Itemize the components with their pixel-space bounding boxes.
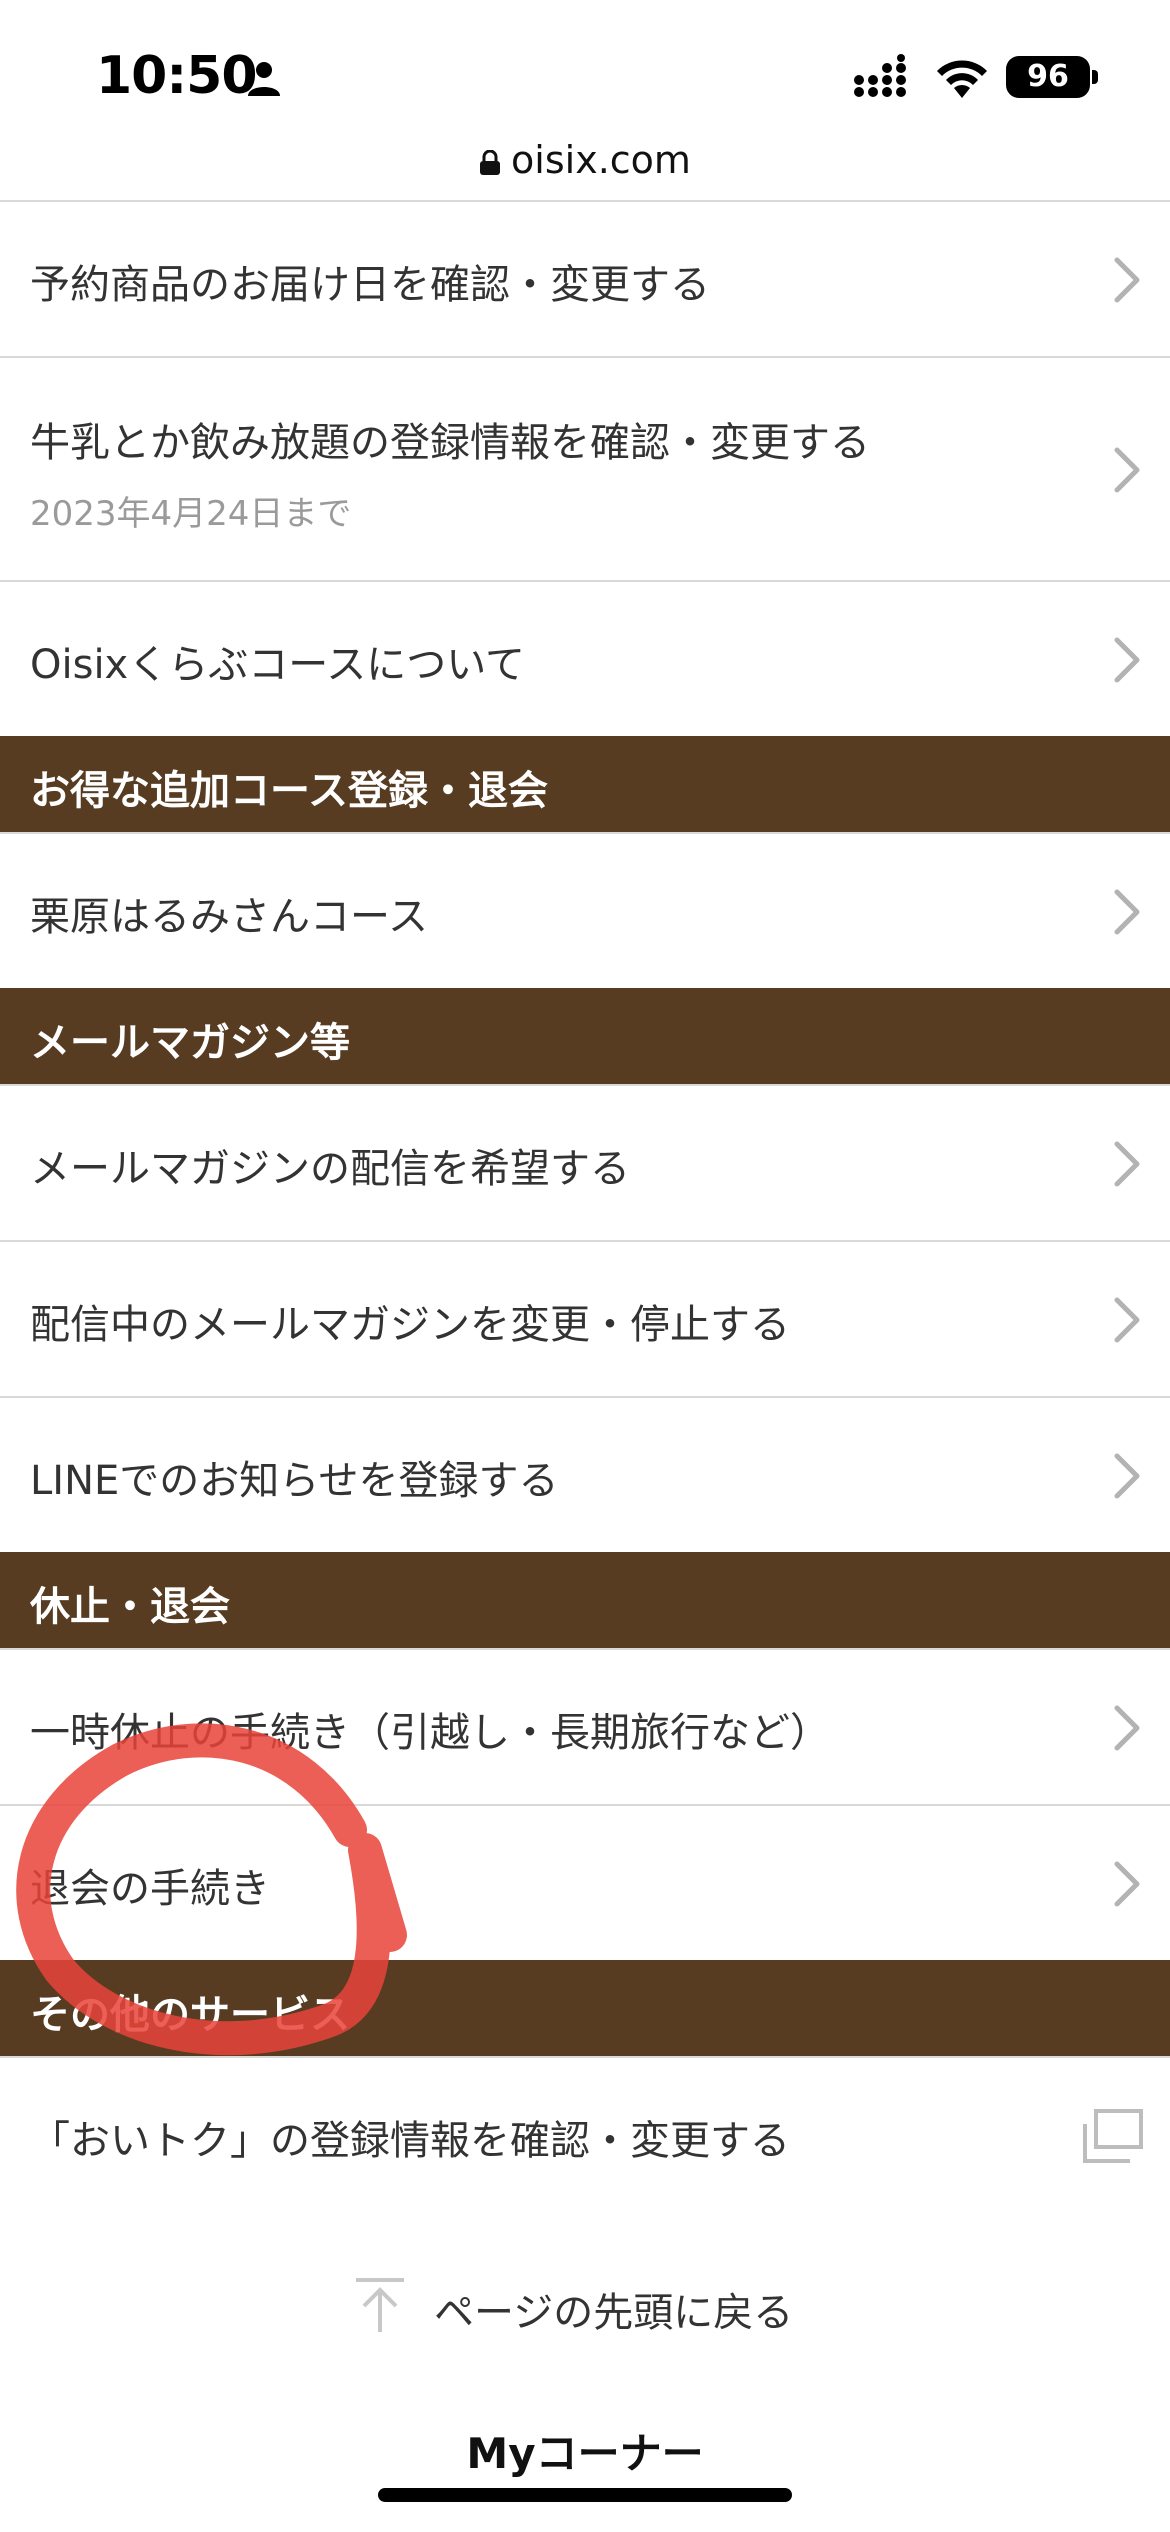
section-header: メールマガジン等 xyxy=(0,988,1170,1084)
chevron-right-icon xyxy=(1114,889,1140,935)
arrow-up-icon xyxy=(356,2278,404,2332)
section-header-label: 休止・退会 xyxy=(30,1584,230,1630)
menu-list-item[interactable]: 栗原はるみさんコース xyxy=(0,832,1170,988)
menu-item-label: 退会の手続き xyxy=(30,1866,270,1912)
wifi-icon xyxy=(937,60,987,98)
menu-item-label: LINEでのお知らせを登録する xyxy=(30,1458,559,1504)
url-bar[interactable]: oisix.com xyxy=(0,130,1170,200)
back-to-top-label: ページの先頭に戻る xyxy=(434,2290,794,2336)
chevron-right-icon xyxy=(1114,1141,1140,1187)
home-indicator xyxy=(378,2488,792,2502)
chevron-right-icon xyxy=(1114,447,1140,493)
menu-list-item[interactable]: Oisixくらぶコースについて xyxy=(0,580,1170,736)
menu-item-label: メールマガジンの配信を希望する xyxy=(30,1146,630,1192)
menu-list-item[interactable]: 一時休止の手続き（引越し・長期旅行など） xyxy=(0,1648,1170,1804)
menu-list-item[interactable]: 配信中のメールマガジンを変更・停止する xyxy=(0,1240,1170,1396)
url-text: oisix.com xyxy=(511,138,691,182)
section-header: 休止・退会 xyxy=(0,1552,1170,1648)
menu-item-label: Oisixくらぶコースについて xyxy=(30,642,526,688)
chevron-right-icon xyxy=(1114,1297,1140,1343)
section-header-label: メールマガジン等 xyxy=(30,1020,350,1066)
menu-item-label: 配信中のメールマガジンを変更・停止する xyxy=(30,1302,790,1348)
my-corner-heading: Myコーナー xyxy=(466,2429,704,2478)
menu-item-label: 一時休止の手続き（引越し・長期旅行など） xyxy=(30,1710,830,1756)
status-bar: 10:50 96 xyxy=(0,0,1170,140)
section-header: お得な追加コース登録・退会 xyxy=(0,736,1170,832)
section-header-label: お得な追加コース登録・退会 xyxy=(30,768,548,814)
menu-item-label: 「おいトク」の登録情報を確認・変更する xyxy=(30,2118,790,2164)
menu-item-label: 栗原はるみさんコース xyxy=(30,894,428,940)
menu-list-item[interactable]: メールマガジンの配信を希望する xyxy=(0,1084,1170,1240)
menu-item-sublabel: 2023年4月24日まで xyxy=(30,494,352,534)
chevron-right-icon xyxy=(1114,1705,1140,1751)
menu-item-label: 牛乳とか飲み放題の登録情報を確認・変更する xyxy=(30,420,870,466)
menu-list: 予約商品のお届け日を確認・変更する牛乳とか飲み放題の登録情報を確認・変更する 20… xyxy=(0,200,1170,2212)
lock-icon xyxy=(480,149,501,175)
chevron-right-icon xyxy=(1114,637,1140,683)
menu-list-item[interactable]: 予約商品のお届け日を確認・変更する xyxy=(0,200,1170,356)
menu-list-item[interactable]: 退会の手続き xyxy=(0,1804,1170,1960)
menu-list-item[interactable]: 牛乳とか飲み放題の登録情報を確認・変更する 2023年4月24日まで xyxy=(0,356,1170,580)
person-icon xyxy=(248,62,280,96)
chevron-right-icon xyxy=(1114,257,1140,303)
menu-list-item[interactable]: LINEでのお知らせを登録する xyxy=(0,1396,1170,1552)
battery-indicator: 96 xyxy=(1006,56,1090,98)
back-to-top-link[interactable]: ページの先頭に戻る xyxy=(350,2270,870,2340)
section-header-label: その他のサービス xyxy=(30,1992,350,2038)
section-header: その他のサービス xyxy=(0,1960,1170,2056)
cellular-signal-icon xyxy=(854,54,906,97)
external-window-icon xyxy=(1083,2109,1143,2163)
status-time: 10:50 xyxy=(96,46,258,106)
menu-list-item[interactable]: 「おいトク」の登録情報を確認・変更する xyxy=(0,2056,1170,2212)
menu-item-label: 予約商品のお届け日を確認・変更する xyxy=(30,262,710,308)
chevron-right-icon xyxy=(1114,1861,1140,1907)
battery-cap xyxy=(1092,70,1098,84)
chevron-right-icon xyxy=(1114,1453,1140,1499)
